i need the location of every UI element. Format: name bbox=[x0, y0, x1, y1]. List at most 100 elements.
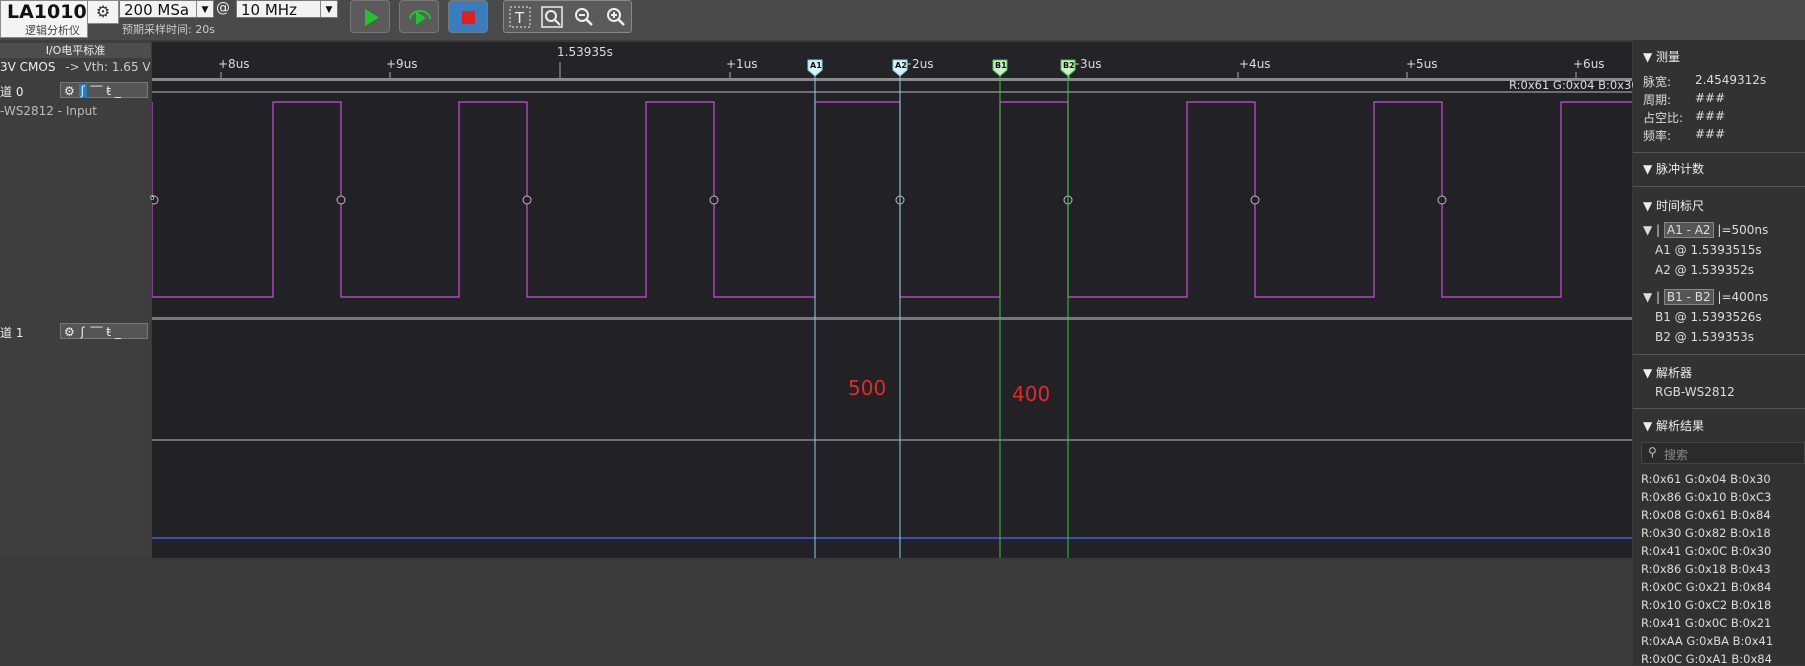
period-value: ### bbox=[1695, 91, 1726, 105]
frequency-value: 10 MHz bbox=[241, 1, 297, 19]
cursor-b1-label: B1 bbox=[995, 61, 1007, 70]
cursor-a2-label: A2 bbox=[895, 61, 907, 70]
results-search-input[interactable]: ⚲ 搜索 bbox=[1641, 442, 1805, 464]
result-item[interactable]: R:0x61 G:0x04 B:0x30 bbox=[1641, 472, 1771, 486]
decode-label: R:0x61 G:0x04 B:0x30 bbox=[1509, 78, 1639, 92]
channel-0-name: 道 0 bbox=[0, 85, 24, 99]
a-pair-row[interactable]: ▼ | A1 - A2 |=500ns bbox=[1643, 222, 1768, 238]
stop-button[interactable] bbox=[448, 0, 488, 33]
a-pair-tag: A1 - A2 bbox=[1663, 222, 1714, 238]
results-title: 解析结果 bbox=[1656, 419, 1705, 433]
result-item[interactable]: R:0x30 G:0x82 B:0x18 bbox=[1641, 526, 1771, 540]
waveform-canvas bbox=[152, 59, 1632, 558]
result-item[interactable]: R:0x86 G:0x18 B:0x43 bbox=[1641, 562, 1771, 576]
result-item[interactable]: R:0xAA G:0xBA B:0x41 bbox=[1641, 634, 1773, 648]
svg-text:T: T bbox=[514, 9, 525, 27]
decoder-title: 解析器 bbox=[1656, 366, 1693, 380]
a1-time: A1 @ 1.5393515s bbox=[1655, 243, 1762, 257]
channel-0-decoder-label: -WS2812 - Input bbox=[0, 104, 97, 118]
falling-edge-icon[interactable]: ŧ bbox=[106, 325, 111, 339]
measure-section[interactable]: ▼ 测量 bbox=[1643, 48, 1680, 65]
result-item[interactable]: R:0x86 G:0x10 B:0xC3 bbox=[1641, 490, 1771, 504]
channel-1-trigger-controls[interactable]: ⚙ ʃ ‾‾ ŧ _ bbox=[60, 323, 148, 339]
low-level-icon[interactable]: _ bbox=[115, 325, 121, 339]
b-diff-annotation: 400 bbox=[1012, 382, 1051, 406]
decoder-name[interactable]: RGB-WS2812 bbox=[1655, 385, 1735, 399]
cursor-a1-label: A1 bbox=[810, 61, 822, 70]
zoom-fit-icon[interactable] bbox=[540, 5, 564, 29]
empty-area bbox=[0, 558, 1633, 665]
pre-sample-time: 预期采样时间: 20s bbox=[122, 23, 215, 36]
time-ruler-section[interactable]: ▼ 时间标尺 bbox=[1643, 197, 1704, 214]
zoom-in-icon[interactable] bbox=[604, 5, 628, 29]
settings-gear-icon[interactable]: ⚙ bbox=[87, 0, 119, 24]
vth-label: -> Vth: 1.65 V bbox=[65, 60, 151, 74]
result-item[interactable]: R:0x0C G:0xA1 B:0x84 bbox=[1641, 652, 1772, 666]
view-tools-group: T bbox=[503, 0, 632, 33]
gear-icon[interactable]: ⚙ bbox=[64, 84, 75, 98]
b1-time: B1 @ 1.5393526s bbox=[1655, 310, 1762, 324]
channel-0-signal bbox=[152, 101, 1632, 298]
play-icon bbox=[365, 9, 379, 26]
run-button[interactable] bbox=[350, 0, 390, 33]
low-level-icon[interactable]: _ bbox=[115, 84, 121, 98]
toolbar: LA1010 逻辑分析仪 ⚙ 200 MSa ▼ @ 10 MHz ▼ 预期采样… bbox=[0, 0, 1805, 40]
freq-label: 频率: bbox=[1643, 129, 1672, 143]
bit-markers bbox=[152, 195, 1447, 205]
zoom-out-icon[interactable] bbox=[572, 5, 596, 29]
a-diff-annotation: 500 bbox=[848, 376, 887, 400]
falling-edge-icon[interactable]: ŧ bbox=[106, 84, 111, 98]
gear-icon[interactable]: ⚙ bbox=[64, 325, 75, 339]
app-logo: LA1010 逻辑分析仪 bbox=[0, 0, 88, 38]
bit-label: 0 bbox=[150, 194, 155, 202]
at-symbol: @ bbox=[216, 0, 230, 16]
pulse-count-section[interactable]: ▼ 脉冲计数 bbox=[1643, 160, 1704, 177]
b2-time: B2 @ 1.539353s bbox=[1655, 330, 1755, 344]
period-label: 周期: bbox=[1643, 93, 1672, 107]
cursor-b2-label: B2 bbox=[1063, 61, 1075, 70]
pulse-width-value: 2.4549312s bbox=[1695, 73, 1767, 87]
result-item[interactable]: R:0x10 G:0xC2 B:0x18 bbox=[1641, 598, 1771, 612]
loop-run-icon bbox=[409, 10, 431, 25]
search-icon: ⚲ bbox=[1648, 445, 1657, 459]
chevron-down-icon: ▼ bbox=[196, 1, 213, 17]
logo-title: LA1010 bbox=[7, 1, 87, 23]
loop-run-button[interactable] bbox=[399, 0, 439, 33]
result-item[interactable]: R:0x41 G:0x0C B:0x30 bbox=[1641, 544, 1771, 558]
duty-label: 占空比: bbox=[1643, 111, 1684, 125]
cursor-flags[interactable] bbox=[807, 59, 1076, 77]
result-item[interactable]: R:0x0C G:0x21 B:0x84 bbox=[1641, 580, 1771, 594]
logo-subtitle: 逻辑分析仪 bbox=[25, 24, 80, 37]
channel-1-header[interactable]: 道 1 ⚙ ʃ ‾‾ ŧ _ bbox=[0, 322, 151, 342]
high-level-icon[interactable]: ‾‾ bbox=[90, 84, 102, 98]
frequency-select[interactable]: 10 MHz ▼ bbox=[236, 0, 338, 19]
results-section[interactable]: ▼ 解析结果 bbox=[1643, 417, 1704, 434]
io-standard-select[interactable]: 3V CMOS -> Vth: 1.65 V bbox=[0, 60, 151, 74]
b-pair-row[interactable]: ▼ | B1 - B2 |=400ns bbox=[1643, 289, 1769, 305]
duty-value: ### bbox=[1695, 109, 1726, 123]
measure-title: 测量 bbox=[1656, 50, 1681, 64]
time-ruler-title: 时间标尺 bbox=[1656, 199, 1705, 213]
edge-trigger-icon[interactable]: ʃ bbox=[79, 325, 87, 339]
channel-1-name: 道 1 bbox=[0, 326, 24, 340]
sample-rate-value: 200 MSa bbox=[124, 1, 190, 19]
channel-0-header[interactable]: 道 0 ⚙ ʃ ‾‾ ŧ _ bbox=[0, 81, 151, 101]
text-icon[interactable]: T bbox=[508, 5, 532, 29]
edge-trigger-icon[interactable]: ʃ bbox=[78, 84, 87, 98]
stop-icon bbox=[462, 11, 475, 24]
search-placeholder: 搜索 bbox=[1664, 448, 1689, 462]
chevron-down-icon: ▼ bbox=[320, 1, 337, 17]
b-pair-tag: B1 - B2 bbox=[1663, 289, 1714, 305]
cmos-label: 3V CMOS bbox=[0, 60, 56, 74]
decoder-section[interactable]: ▼ 解析器 bbox=[1643, 364, 1692, 381]
pulse-count-title: 脉冲计数 bbox=[1656, 162, 1705, 176]
ruler-bottom-bar bbox=[152, 78, 1632, 81]
freq-value: ### bbox=[1695, 127, 1726, 141]
high-level-icon[interactable]: ‾‾ bbox=[90, 325, 102, 339]
sample-rate-select[interactable]: 200 MSa ▼ bbox=[119, 0, 214, 19]
b-pair-diff: |=400ns bbox=[1717, 290, 1769, 304]
result-item[interactable]: R:0x08 G:0x61 B:0x84 bbox=[1641, 508, 1771, 522]
channel-0-trigger-controls[interactable]: ⚙ ʃ ‾‾ ŧ _ bbox=[60, 82, 148, 98]
result-item[interactable]: R:0x41 G:0x0C B:0x21 bbox=[1641, 616, 1771, 630]
io-standard-label: I/O电平标准 bbox=[0, 43, 151, 58]
